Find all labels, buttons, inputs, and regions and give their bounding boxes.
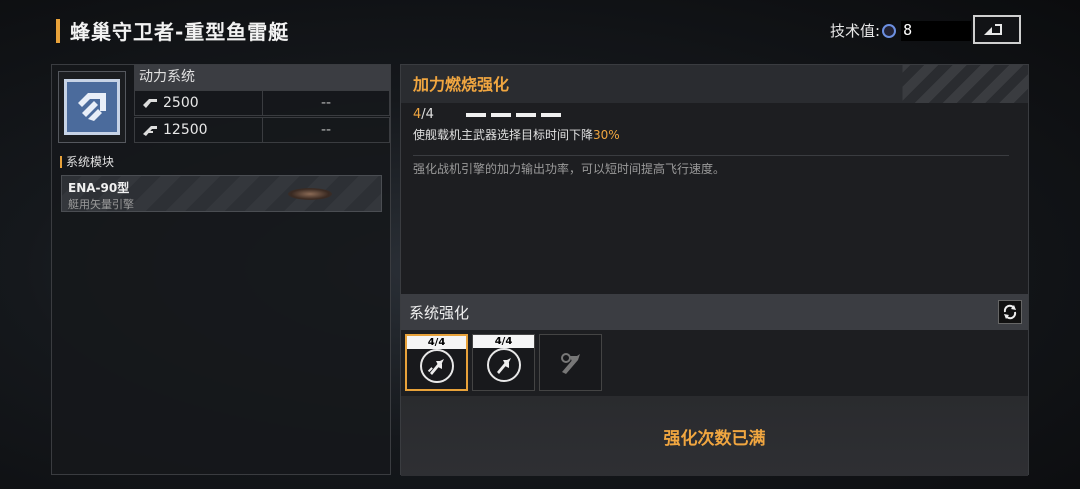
locked-skill-icon <box>554 346 588 380</box>
enhance-slots: 4/4 4/4 <box>405 334 606 391</box>
system-icon-frame <box>58 71 126 143</box>
tech-points: 技术值: 8 <box>830 20 972 41</box>
enhance-slot[interactable]: 4/4 <box>472 334 535 391</box>
enhance-title: 系统强化 <box>409 303 470 322</box>
level-pip <box>515 112 536 117</box>
stat-value-cell: 12500 <box>134 117 263 143</box>
stat-value-cell: 2500 <box>134 90 263 116</box>
level-max: /4 <box>421 107 434 122</box>
slot-level: 4/4 <box>407 336 466 349</box>
afterburner-icon <box>419 349 454 383</box>
tech-value: 8 <box>901 20 972 41</box>
effect-value: 30% <box>593 128 620 142</box>
speed-icon <box>143 126 157 136</box>
module-section-header: 系统模块 <box>60 153 114 170</box>
engine-glow-icon <box>288 188 332 200</box>
module-section-label: 系统模块 <box>66 155 115 169</box>
stat-extra: -- <box>263 90 390 116</box>
stat-extra: -- <box>263 117 390 143</box>
skill-detail-panel: 加力燃烧强化 4 /4 使舰载机主武器选择目标时间下降30% 强化战机引擎的加力… <box>400 64 1029 476</box>
module-subtitle: 艇用矢量引擎 <box>68 198 134 211</box>
thrust-icon <box>143 99 157 108</box>
system-name: 动力系统 <box>134 65 390 90</box>
engine-system-icon <box>64 79 120 135</box>
fighter-boost-icon <box>486 348 521 382</box>
enhance-status: 强化次数已满 <box>401 396 1028 476</box>
skill-effect: 使舰载机主武器选择目标时间下降30% <box>413 126 620 143</box>
back-arrow-icon <box>984 23 1002 35</box>
level-pip <box>540 112 561 117</box>
back-button[interactable] <box>973 15 1021 44</box>
divider <box>413 155 1009 156</box>
slot-level: 4/4 <box>473 335 534 348</box>
skill-name: 加力燃烧强化 <box>401 65 1028 103</box>
title-bar: 蜂巢守卫者-重型鱼雷艇 <box>56 16 289 45</box>
enhance-slot[interactable]: 4/4 <box>405 334 468 391</box>
skill-level: 4 /4 <box>413 107 566 122</box>
effect-text: 使舰载机主武器选择目标时间下降 <box>413 128 594 142</box>
level-pip <box>465 112 486 117</box>
level-pip <box>490 112 511 117</box>
system-info-panel: 动力系统 2500 -- 12500 -- 系统模块 ENA-90型 艇用矢量引… <box>51 64 391 475</box>
stat-value: 2500 <box>163 95 199 111</box>
title-accent <box>56 18 60 43</box>
stat-row: 12500 -- <box>134 117 390 143</box>
enhance-header: 系统强化 <box>401 294 1028 330</box>
level-pips <box>465 112 566 117</box>
tech-gem-icon <box>882 23 897 38</box>
refresh-button[interactable] <box>998 300 1022 324</box>
stat-value: 12500 <box>163 122 208 138</box>
section-accent <box>60 155 62 168</box>
page-title: 蜂巢守卫者-重型鱼雷艇 <box>70 20 290 44</box>
tech-label: 技术值: <box>830 22 881 40</box>
stat-row: 2500 -- <box>134 90 390 116</box>
refresh-icon <box>1003 304 1017 320</box>
level-current: 4 <box>413 107 422 122</box>
skill-description: 强化战机引擎的加力输出功率，可以短时间提高飞行速度。 <box>413 162 726 176</box>
enhance-slot-locked[interactable] <box>539 334 602 391</box>
module-item[interactable]: ENA-90型 艇用矢量引擎 <box>61 175 382 212</box>
